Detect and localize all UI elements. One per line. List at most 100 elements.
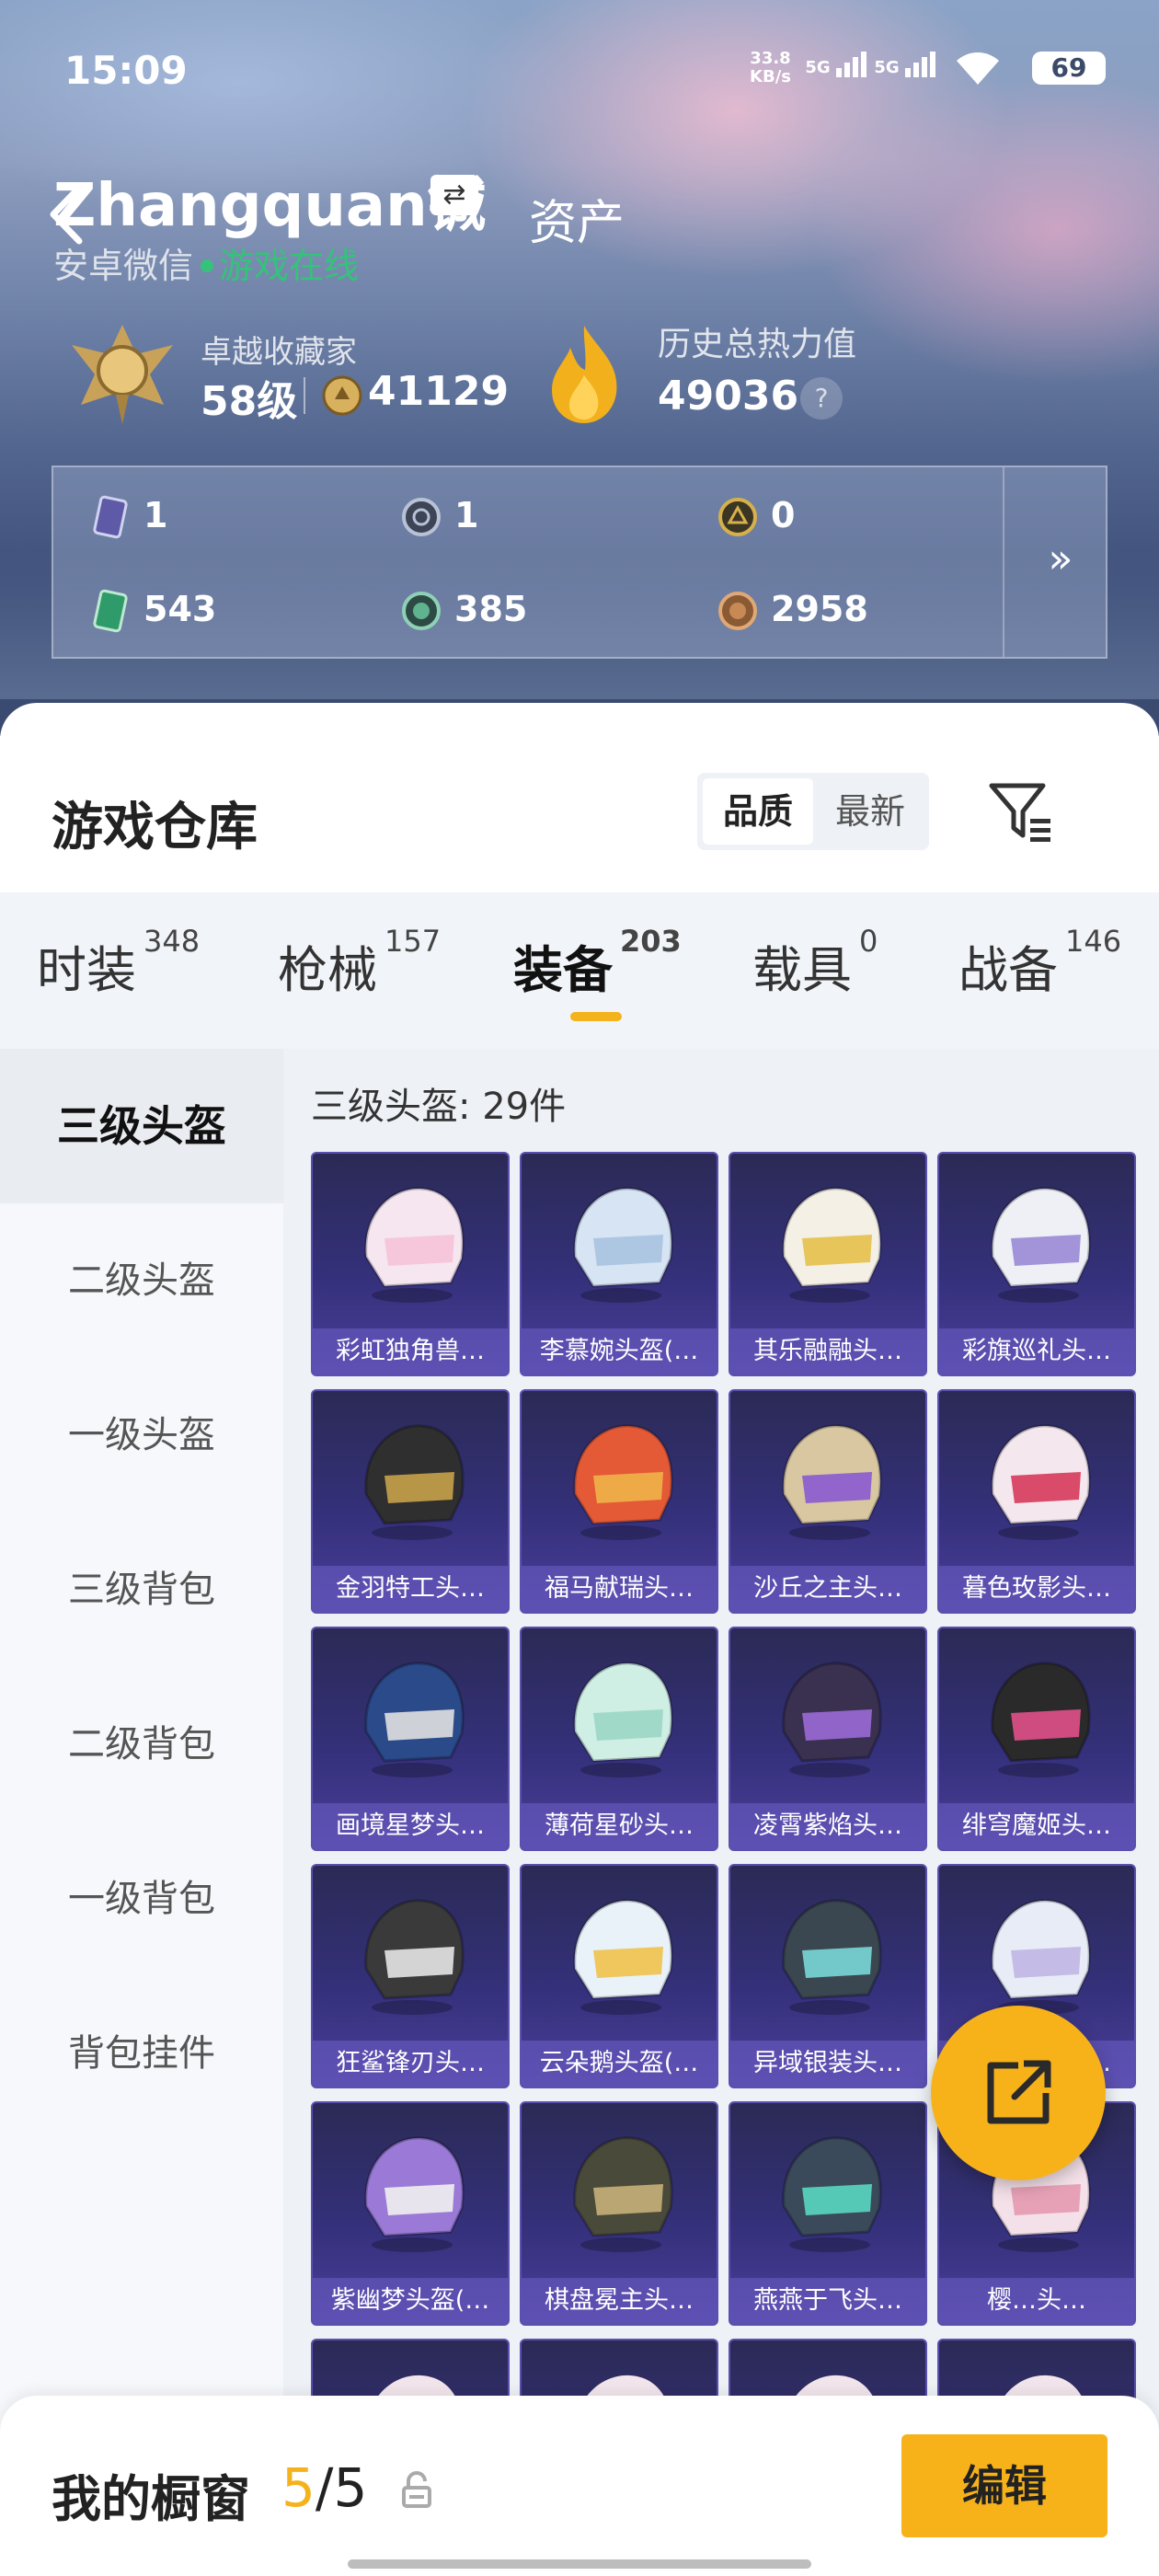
item-card[interactable]: 沙丘之主头… — [729, 1389, 927, 1614]
side-item-level2-backpack[interactable]: 二级背包 — [0, 1667, 283, 1822]
side-item-backpack-charm[interactable]: 背包挂件 — [0, 1976, 283, 2131]
collector-coin-icon — [322, 375, 362, 416]
share-button[interactable] — [931, 2006, 1106, 2180]
sort-quality-button[interactable]: 品质 — [703, 778, 813, 845]
item-name: 凌霄紫焰头… — [730, 1803, 925, 1849]
helmet-icon — [364, 1187, 465, 1303]
heat-title: 历史总热力值 — [658, 326, 857, 363]
item-card[interactable]: 金羽特工头… — [311, 1389, 510, 1614]
item-name: 彩虹独角兽… — [313, 1328, 508, 1374]
heat-value: 49036 — [658, 373, 799, 420]
switch-account-icon[interactable]: ⇄ — [430, 175, 478, 215]
item-card[interactable]: 暮色玫影头… — [937, 1389, 1136, 1614]
helmet-icon — [991, 1424, 1091, 1540]
item-name: 薄荷星砂头… — [522, 1803, 717, 1849]
item-name: 暮色玫影头… — [939, 1566, 1134, 1612]
item-card[interactable]: 李慕婉头盔(… — [520, 1152, 718, 1376]
side-item-level2-helmet[interactable]: 二级头盔 — [0, 1203, 283, 1358]
item-card[interactable]: 燕燕于飞头… — [729, 2101, 927, 2326]
side-item-level3-backpack[interactable]: 三级背包 — [0, 1512, 283, 1667]
item-name: 李慕婉头盔(… — [522, 1328, 717, 1374]
warehouse-sheet: 游戏仓库 品质 最新 时装 348 枪械 157 装备 203 载具 0 战备 146 三… — [0, 703, 1159, 2576]
item-card[interactable]: 薄荷星砂头… — [520, 1627, 718, 1851]
category-tabs: 时装 348 枪械 157 装备 203 载具 0 战备 146 — [0, 892, 1159, 1049]
item-count: 三级头盔: 29件 — [311, 1086, 567, 1128]
side-nav: 三级头盔 二级头盔 一级头盔 三级背包 二级背包 一级背包 背包挂件 — [0, 1049, 283, 2576]
item-name: 沙丘之主头… — [730, 1566, 925, 1612]
edit-button[interactable]: 编辑 — [901, 2434, 1107, 2537]
username: Zhangquan铖 — [53, 172, 487, 240]
side-item-level1-backpack[interactable]: 一级背包 — [0, 1822, 283, 1976]
item-card[interactable]: 画境星梦头… — [311, 1627, 510, 1851]
sort-newest-button[interactable]: 最新 — [815, 778, 925, 845]
helmet-icon — [782, 2136, 882, 2252]
helmet-icon — [573, 2136, 673, 2252]
item-card[interactable]: 绯穹魔姬头… — [937, 1627, 1136, 1851]
showcase-count: 5/5 — [281, 2456, 368, 2519]
helmet-icon — [782, 1187, 882, 1303]
item-card[interactable]: 云朵鹅头盔(… — [520, 1864, 718, 2088]
item-name: 画境星梦头… — [313, 1803, 508, 1849]
profile-header: 15:09 33.8 KB/s 5G 5G 69 Zhangquan铖 ⇄ 资产… — [0, 0, 1159, 736]
item-card[interactable]: 其乐融融头… — [729, 1152, 927, 1376]
collector-level: 58级 — [201, 378, 298, 425]
tab-equipment[interactable]: 装备 203 — [513, 924, 682, 1002]
item-name: 异域银装头… — [730, 2041, 925, 2087]
helmet-icon — [991, 1662, 1091, 1777]
item-card[interactable]: 凌霄紫焰头… — [729, 1627, 927, 1851]
fire-icon — [552, 326, 617, 423]
helmet-icon — [364, 1899, 465, 2015]
item-name: 棋盘冕主头… — [522, 2278, 717, 2324]
page-title: 资产 — [529, 196, 625, 251]
tab-vehicles[interactable]: 载具 0 — [752, 924, 878, 1002]
item-name: 绯穹魔姬头… — [939, 1803, 1134, 1849]
tab-fashion[interactable]: 时装 348 — [37, 924, 200, 1002]
currency-panel[interactable]: 1 1 0 543 385 2958 » — [52, 466, 1107, 659]
platform-label: 安卓微信 — [53, 246, 194, 286]
helmet-icon — [991, 1899, 1091, 2015]
item-card[interactable]: 福马献瑞头… — [520, 1389, 718, 1614]
bronze-coin-icon — [718, 592, 757, 630]
filter-icon[interactable] — [986, 778, 1056, 845]
helmet-icon — [782, 1424, 882, 1540]
signal-icon: 5G — [805, 52, 869, 77]
home-indicator[interactable] — [348, 2559, 811, 2569]
item-name: 狂鲨锋刃头… — [313, 2041, 508, 2087]
side-item-level3-helmet[interactable]: 三级头盔 — [0, 1049, 283, 1203]
item-card[interactable]: 彩旗巡礼头… — [937, 1152, 1136, 1376]
item-name: 其乐融融头… — [730, 1328, 925, 1374]
item-name: 彩旗巡礼头… — [939, 1328, 1134, 1374]
green-card-icon — [93, 589, 128, 633]
status-bar: 15:09 33.8 KB/s 5G 5G 69 — [64, 48, 1106, 94]
helmet-icon — [782, 1662, 882, 1777]
network-speed: 33.8 KB/s — [750, 49, 791, 86]
side-item-level1-helmet[interactable]: 一级头盔 — [0, 1358, 283, 1512]
item-card[interactable]: 紫幽梦头盔(… — [311, 2101, 510, 2326]
online-status: 游戏在线 — [219, 246, 360, 286]
helmet-icon — [364, 1424, 465, 1540]
collector-title: 卓越收藏家 — [201, 334, 357, 371]
item-card[interactable]: 彩虹独角兽… — [311, 1152, 510, 1376]
help-icon[interactable]: ? — [800, 377, 843, 420]
sort-toggle: 品质 最新 — [697, 773, 929, 850]
signal-icon-2: 5G — [874, 52, 938, 77]
helmet-icon — [573, 1424, 673, 1540]
helmet-icon — [573, 1187, 673, 1303]
gold-token-icon — [718, 498, 757, 536]
item-name: 燕燕于飞头… — [730, 2278, 925, 2324]
active-tab-indicator — [570, 1012, 622, 1021]
wifi-icon — [957, 52, 999, 85]
item-card[interactable]: 异域银装头… — [729, 1864, 927, 2088]
item-card[interactable]: 狂鲨锋刃头… — [311, 1864, 510, 2088]
divider — [304, 377, 305, 414]
item-card[interactable]: 棋盘冕主头… — [520, 2101, 718, 2326]
tab-weapons[interactable]: 枪械 157 — [278, 924, 441, 1002]
item-name: 云朵鹅头盔(… — [522, 2041, 717, 2087]
showcase-bar: 我的橱窗 5/5 编辑 — [0, 2396, 1159, 2576]
status-time: 15:09 — [64, 48, 188, 93]
expand-arrow-icon[interactable]: » — [1038, 532, 1084, 587]
helmet-icon — [991, 1187, 1091, 1303]
helmet-icon — [573, 1662, 673, 1777]
warehouse-title: 游戏仓库 — [52, 798, 258, 857]
tab-supplies[interactable]: 战备 146 — [958, 924, 1121, 1002]
